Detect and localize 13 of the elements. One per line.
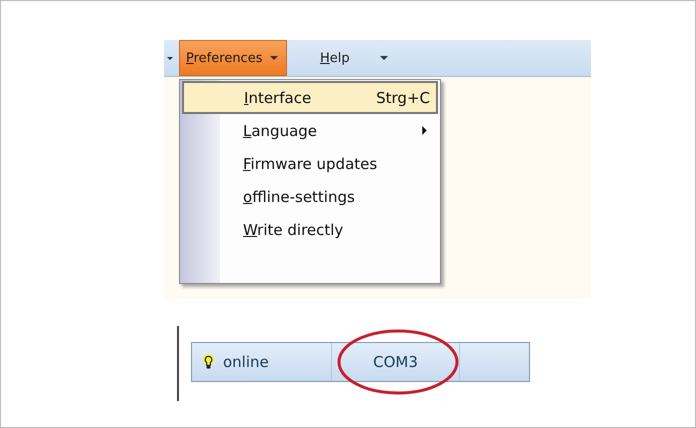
- menu-item[interactable]: Firmware updates: [182, 147, 438, 180]
- lightbulb-icon: [202, 354, 215, 370]
- menu-item[interactable]: offline-settings: [182, 180, 438, 213]
- menu-tab[interactable]: Preferences: [179, 40, 287, 76]
- caret-icon: [380, 56, 388, 60]
- menu-item[interactable]: Language: [182, 114, 438, 147]
- caret-icon: [270, 56, 278, 60]
- menu-item[interactable]: Write directly: [182, 213, 438, 246]
- connection-status: online: [223, 353, 269, 371]
- port-label: COM3: [373, 353, 418, 371]
- caret-icon: [167, 56, 173, 60]
- menu-item[interactable]: Interface Strg+C: [182, 81, 438, 114]
- menu-tab[interactable]: Help: [287, 40, 397, 76]
